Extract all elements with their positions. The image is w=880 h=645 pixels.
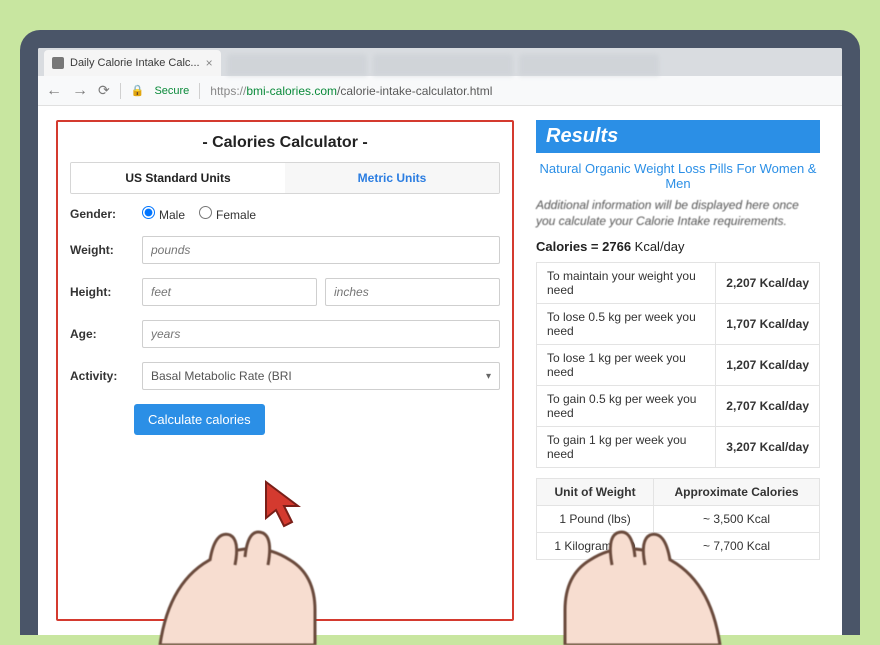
gender-male-radio[interactable]: Male [142,206,185,222]
omnibox: ← → ⟳ 🔒 Secure https://bmi-calories.com/… [38,76,842,106]
url-bar[interactable]: https://bmi-calories.com/calorie-intake-… [210,82,492,100]
calorie-summary: Calories = 2766 Kcal/day [536,239,820,254]
calculate-button[interactable]: Calculate calories [134,404,265,435]
tab-close-icon[interactable]: × [206,56,213,70]
gender-label: Gender: [70,207,134,221]
results-header: Results [536,120,820,153]
browser-tab-ghost[interactable] [227,54,367,76]
lock-icon: 🔒 [131,84,145,97]
browser-tab-active[interactable]: Daily Calorie Intake Calc... × [44,50,221,76]
weight-input[interactable] [142,236,500,264]
calorie-needs-table: To maintain your weight you need2,207 Kc… [536,262,820,468]
table-row: To lose 0.5 kg per week you need1,707 Kc… [537,304,820,345]
secure-label: Secure [154,85,189,97]
table-row: To gain 0.5 kg per week you need2,707 Kc… [537,386,820,427]
laptop-frame: Daily Calorie Intake Calc... × ← → ⟳ 🔒 S… [20,30,860,635]
table-row: To gain 1 kg per week you need3,207 Kcal… [537,427,820,468]
calculator-title: - Calories Calculator - [70,134,500,152]
favicon-icon [52,57,64,69]
tab-us-units[interactable]: US Standard Units [71,163,285,193]
weight-label: Weight: [70,243,134,257]
height-feet-input[interactable] [142,278,317,306]
height-label: Height: [70,285,134,299]
reload-icon[interactable]: ⟳ [98,82,110,99]
results-ad-link[interactable]: Natural Organic Weight Loss Pills For Wo… [536,161,820,191]
gender-female-radio[interactable]: Female [199,206,256,222]
unit-tabs: US Standard Units Metric Units [70,162,500,194]
hand-left-illustration [150,515,350,645]
activity-select[interactable]: Basal Metabolic Rate (BRI ▾ [142,362,500,390]
chevron-down-icon: ▾ [486,371,491,382]
browser-tab-ghost[interactable] [519,54,659,76]
browser-tab-ghost[interactable] [373,54,513,76]
age-input[interactable] [142,320,500,348]
age-label: Age: [70,327,134,341]
activity-label: Activity: [70,369,134,383]
height-inches-input[interactable] [325,278,500,306]
table-row: To lose 1 kg per week you need1,207 Kcal… [537,345,820,386]
tab-metric-units[interactable]: Metric Units [285,163,499,193]
forward-icon[interactable]: → [72,82,88,100]
tab-title: Daily Calorie Intake Calc... [70,57,200,69]
results-note: Additional information will be displayed… [536,197,820,229]
back-icon[interactable]: ← [46,82,62,100]
table-row: To maintain your weight you need2,207 Kc… [537,263,820,304]
tab-strip: Daily Calorie Intake Calc... × [38,48,842,76]
hand-right-illustration [530,515,730,645]
